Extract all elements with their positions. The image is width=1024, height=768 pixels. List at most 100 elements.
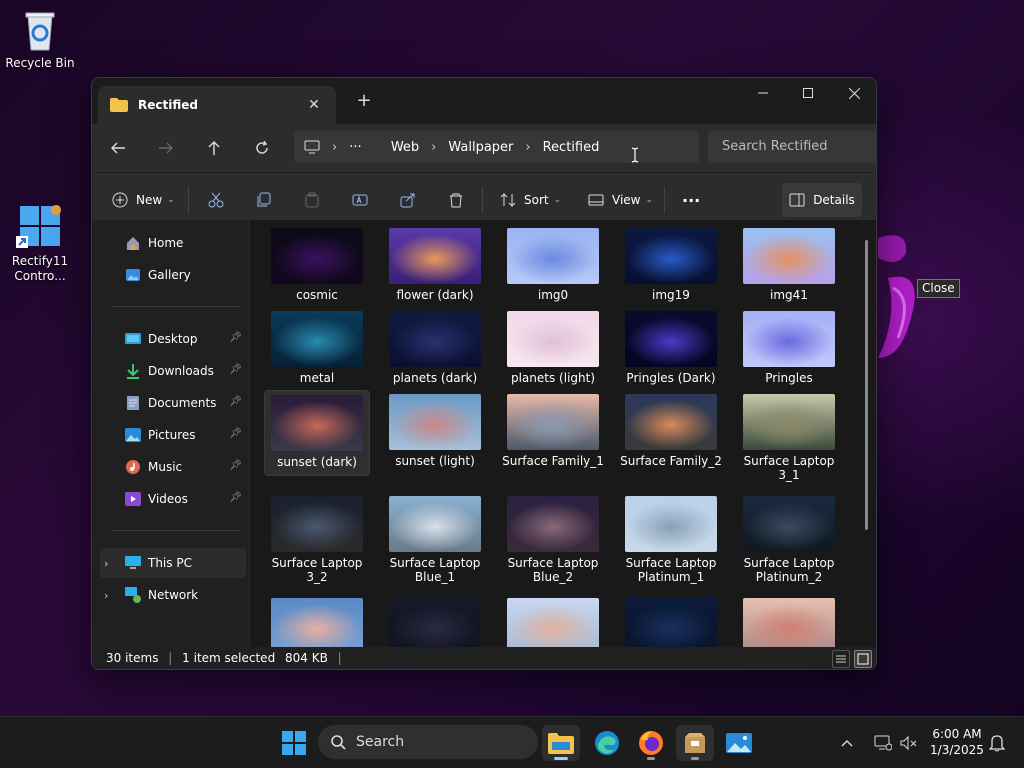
breadcrumb-web[interactable]: Web [391,140,419,155]
clock[interactable]: 6:00 AM 1/3/2025 [926,726,988,758]
taskbar-photos[interactable] [720,725,758,761]
chevron-right-icon[interactable]: › [104,589,108,602]
file-item[interactable]: metal [264,311,370,385]
file-name: Surface Family_2 [620,454,722,468]
new-tab-button[interactable]: + [354,92,374,112]
more-options-button[interactable]: ··· [682,185,700,215]
copy-button[interactable] [256,185,272,215]
refresh-button[interactable] [248,134,276,162]
sort-button[interactable]: Sort ⌄ [500,185,561,215]
search-box[interactable]: Search Rectified [708,131,876,163]
details-button[interactable]: Details [782,183,862,217]
share-button[interactable] [400,185,416,215]
file-item[interactable]: Pringles (Dark) [618,311,724,385]
notifications-button[interactable] [984,725,1010,761]
desktop-icon-recycle-bin[interactable]: Recycle Bin [0,8,80,71]
breadcrumb-overflow[interactable]: ··· [349,140,361,155]
file-item[interactable]: planets (dark) [382,311,488,385]
file-item[interactable] [736,598,842,647]
close-button[interactable] [831,78,876,108]
file-item[interactable]: cosmic [264,228,370,302]
breadcrumb-rectified[interactable]: Rectified [543,140,600,155]
forward-button[interactable] [152,134,180,162]
file-item[interactable]: Surface Family_1 [500,394,606,468]
details-view-button[interactable] [832,650,850,668]
file-item[interactable] [382,598,488,647]
file-item[interactable]: sunset (light) [382,394,488,468]
file-item[interactable]: img0 [500,228,606,302]
file-item[interactable]: Surface Laptop 3_2 [264,496,370,584]
file-item[interactable]: Surface Laptop Platinum_1 [618,496,724,584]
file-item[interactable]: Surface Laptop Platinum_2 [736,496,842,584]
file-item[interactable]: Pringles [736,311,842,385]
desktop-icon-rectify11[interactable]: Rectify11 Contro... [0,204,80,284]
pin-icon[interactable]: 📌︎ [229,332,242,343]
bell-icon [989,735,1005,752]
package-icon [685,733,705,753]
file-item[interactable]: Surface Family_2 [618,394,724,468]
file-name: flower (dark) [396,288,474,302]
delete-button[interactable] [448,185,464,215]
tab-close-icon[interactable]: ✕ [306,97,322,113]
sidebar-item-documents[interactable]: Documents 📌︎ [100,388,246,418]
sidebar-item-music[interactable]: Music 📌︎ [100,452,246,482]
sidebar-item-this-pc[interactable]: › This PC [100,548,246,578]
taskbar-package-app[interactable] [676,725,714,761]
up-button[interactable] [200,134,228,162]
file-thumbnail [625,496,717,552]
new-button[interactable]: New ⌄ [112,185,175,215]
back-button[interactable] [104,134,132,162]
taskbar-search[interactable]: Search [318,725,538,759]
vertical-scrollbar[interactable] [865,240,868,530]
tab-rectified[interactable]: Rectified ✕ [98,86,336,124]
paste-button[interactable] [304,185,320,215]
file-item[interactable]: Surface Laptop 3_1 [736,394,842,482]
cut-button[interactable] [208,185,224,215]
sidebar-item-desktop[interactable]: Desktop 📌︎ [100,324,246,354]
volume-tray-button[interactable] [894,725,924,761]
file-item[interactable]: planets (light) [500,311,606,385]
search-label: Search [356,734,405,750]
pin-icon[interactable]: 📌︎ [229,396,242,407]
taskbar-edge[interactable] [588,725,626,761]
view-button[interactable]: View ⌄ [588,185,653,215]
file-item[interactable]: sunset (dark) [264,390,370,476]
sidebar-item-downloads[interactable]: Downloads 📌︎ [100,356,246,386]
pin-icon[interactable]: 📌︎ [229,492,242,503]
file-thumbnail [271,228,363,284]
sidebar-item-gallery[interactable]: Gallery [100,260,246,290]
rename-button[interactable] [352,185,368,215]
pin-icon[interactable]: 📌︎ [229,460,242,471]
pin-icon[interactable]: 📌︎ [229,428,242,439]
sidebar-item-videos[interactable]: Videos 📌︎ [100,484,246,514]
file-name: Surface Laptop Platinum_1 [625,556,717,584]
show-hidden-icons-button[interactable] [832,725,862,761]
file-item[interactable] [500,598,606,647]
file-item[interactable]: Surface Laptop Blue_2 [500,496,606,584]
sidebar-item-pictures[interactable]: Pictures 📌︎ [100,420,246,450]
file-item[interactable]: img41 [736,228,842,302]
chevron-right-icon[interactable]: › [104,557,108,570]
download-icon [124,362,142,380]
maximize-button[interactable] [785,78,831,108]
file-item[interactable]: img19 [618,228,724,302]
folder-icon [110,98,128,112]
rename-icon [352,194,368,206]
file-name: img19 [652,288,690,302]
file-item[interactable]: flower (dark) [382,228,488,302]
file-item[interactable] [264,598,370,647]
start-button[interactable] [275,725,313,761]
breadcrumb-wallpaper[interactable]: Wallpaper [448,140,513,155]
large-icons-view-button[interactable] [854,650,872,668]
taskbar-file-explorer[interactable] [542,725,580,761]
file-thumbnail [625,394,717,450]
file-thumbnail [271,395,363,451]
sidebar-item-network[interactable]: › Network [100,580,246,610]
recycle-bin-label: Recycle Bin [5,56,75,70]
pin-icon[interactable]: 📌︎ [229,364,242,375]
taskbar-firefox[interactable] [632,725,670,761]
file-item[interactable]: Surface Laptop Blue_1 [382,496,488,584]
file-item[interactable] [618,598,724,647]
sidebar-item-home[interactable]: Home [100,228,246,258]
minimize-button[interactable] [740,78,786,108]
